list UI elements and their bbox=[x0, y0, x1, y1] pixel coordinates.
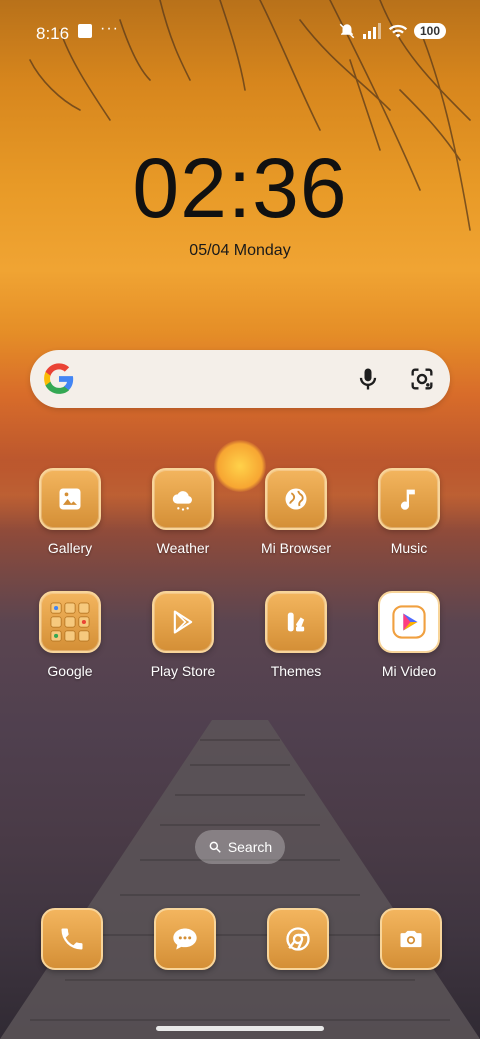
music-note-icon bbox=[400, 489, 415, 510]
app-gallery[interactable]: Gallery bbox=[20, 468, 120, 556]
app-label: Weather bbox=[156, 540, 210, 556]
app-google-folder[interactable]: Google bbox=[20, 591, 120, 679]
app-label: Play Store bbox=[150, 663, 216, 679]
chrome-tile bbox=[267, 908, 329, 970]
gallery-tile bbox=[39, 468, 101, 530]
messages-tile bbox=[154, 908, 216, 970]
app-mi-browser[interactable]: Mi Browser bbox=[246, 468, 346, 556]
folder-tile bbox=[39, 591, 101, 653]
app-label: Music bbox=[390, 540, 428, 556]
app-themes[interactable]: Themes bbox=[246, 591, 346, 679]
notification-square-icon bbox=[78, 24, 92, 38]
app-label: Mi Browser bbox=[260, 540, 331, 556]
status-time: 8:16 bbox=[36, 24, 70, 43]
app-music[interactable]: Music bbox=[359, 468, 459, 556]
status-bar: 8:16 ··· 100 bbox=[0, 0, 480, 64]
status-icons: 100 bbox=[338, 22, 446, 40]
app-label: Themes bbox=[270, 663, 322, 679]
notifications-muted-icon bbox=[339, 23, 355, 39]
battery-indicator: 100 bbox=[413, 23, 446, 39]
app-label: Gallery bbox=[47, 540, 93, 556]
google-search-bar[interactable] bbox=[30, 350, 450, 408]
music-tile bbox=[378, 468, 440, 530]
more-notifications-icon: ··· bbox=[100, 20, 119, 37]
chrome-icon bbox=[286, 927, 310, 951]
google-logo-icon bbox=[44, 363, 74, 394]
search-label: Search bbox=[227, 839, 273, 855]
home-gesture-bar[interactable] bbox=[156, 1026, 324, 1031]
app-label: Google bbox=[47, 663, 93, 679]
browser-tile bbox=[265, 468, 327, 530]
mi-video-icon bbox=[392, 605, 426, 639]
app-play-store[interactable]: Play Store bbox=[133, 591, 233, 679]
camera-tile bbox=[380, 908, 442, 970]
phone-tile bbox=[41, 908, 103, 970]
clock-widget-time[interactable]: 02:36 bbox=[0, 140, 480, 237]
app-search-button[interactable]: Search bbox=[195, 830, 285, 864]
google-lens-icon[interactable] bbox=[408, 365, 436, 393]
play-store-tile bbox=[152, 591, 214, 653]
app-weather[interactable]: Weather bbox=[133, 468, 233, 556]
weather-icon bbox=[172, 491, 192, 511]
dock-phone[interactable] bbox=[41, 908, 103, 970]
themes-tile bbox=[265, 591, 327, 653]
themes-icon bbox=[287, 612, 305, 632]
folder-icon bbox=[50, 602, 90, 642]
dock-chrome[interactable] bbox=[267, 908, 329, 970]
mi-video-tile bbox=[378, 591, 440, 653]
globe-icon bbox=[285, 488, 307, 510]
app-mi-video[interactable]: Mi Video bbox=[359, 591, 459, 679]
gallery-icon bbox=[59, 488, 81, 510]
signal-icon bbox=[362, 23, 381, 39]
microphone-icon[interactable] bbox=[354, 365, 382, 393]
dock-camera[interactable] bbox=[380, 908, 442, 970]
phone-icon bbox=[61, 928, 83, 950]
dock-messages[interactable] bbox=[154, 908, 216, 970]
messages-icon bbox=[173, 928, 197, 950]
camera-icon bbox=[400, 930, 422, 948]
weather-tile bbox=[152, 468, 214, 530]
search-icon bbox=[209, 841, 221, 853]
wifi-icon bbox=[388, 24, 408, 38]
app-label: Mi Video bbox=[381, 663, 437, 679]
clock-widget-date: 05/04 Monday bbox=[189, 242, 291, 259]
play-store-icon bbox=[173, 610, 193, 634]
